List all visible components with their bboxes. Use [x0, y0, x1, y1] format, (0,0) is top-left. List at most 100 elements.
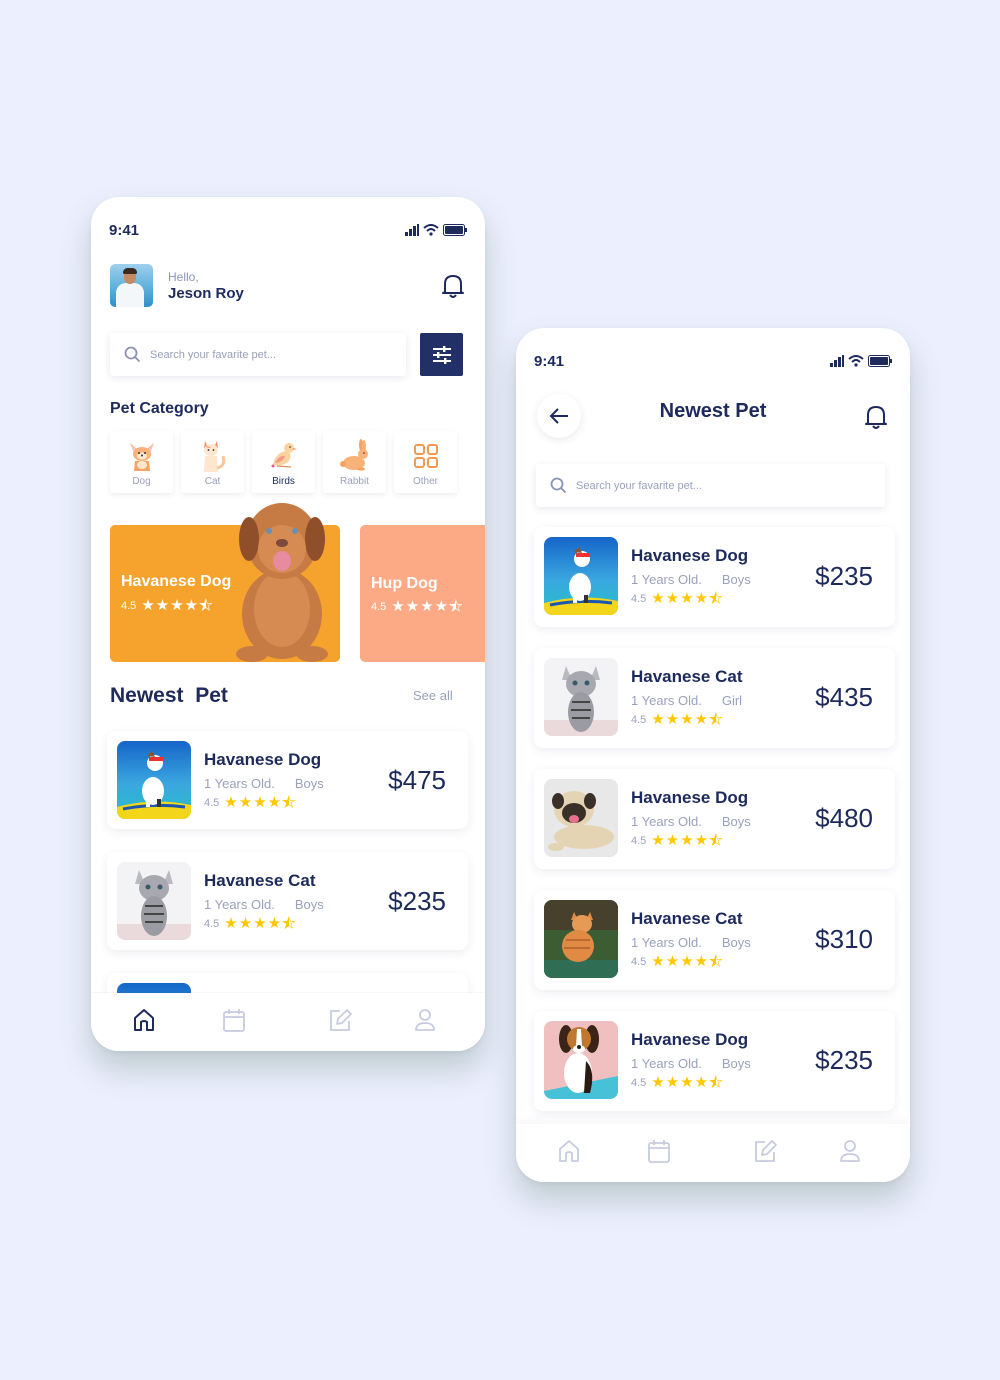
- pet-gender: Girl: [721, 693, 743, 708]
- star-full-icon: ★: [434, 598, 449, 615]
- pet-list-item[interactable]: Havanese Dog 1 Years Old. Boys 4.5 ★ ★ ★ ★ ★ $…: [534, 769, 895, 869]
- status-bar: 9:41: [534, 352, 892, 370]
- star-full-icon: ★: [405, 598, 420, 615]
- notification-bell-icon[interactable]: [441, 273, 465, 304]
- star-full-icon: ★: [253, 794, 267, 811]
- pet-age: 1 Years Old.: [631, 693, 702, 708]
- pet-name: Havanese Dog: [631, 546, 749, 565]
- star-full-icon: ★: [170, 597, 184, 614]
- signal-icon: [405, 224, 419, 236]
- pet-list-item[interactable]: Havanese Dog 1 Years Old. Boys 4.5 ★ ★ ★ ★ ★ $…: [534, 1011, 895, 1111]
- pet-gender: Boys: [721, 935, 751, 950]
- profile-icon[interactable]: [838, 1138, 862, 1169]
- star-half-icon: ★: [709, 711, 723, 728]
- calendar-icon[interactable]: [222, 1007, 246, 1038]
- category-birds[interactable]: Birds: [252, 431, 315, 493]
- rabbit-icon: [339, 439, 368, 471]
- pet-gender: Boys: [721, 814, 751, 829]
- star-rating: ★ ★ ★ ★ ★: [651, 590, 723, 607]
- pet-list-item[interactable]: Havanese Dog 1 Years Old. Boys 4.5 ★ ★ ★ ★ ★ $…: [534, 527, 895, 627]
- star-rating: ★ ★ ★ ★ ★: [651, 953, 723, 970]
- star-full-icon: ★: [665, 953, 680, 970]
- category-cat[interactable]: Cat: [181, 431, 244, 493]
- star-half-icon: ★: [282, 794, 296, 811]
- star-full-icon: ★: [651, 590, 665, 607]
- pet-name: Havanese Dog: [631, 1030, 749, 1049]
- calendar-icon[interactable]: [647, 1138, 671, 1169]
- star-half-icon: ★: [199, 597, 213, 614]
- newest-pet-screen: 9:41 Newest Pet Havanese Dog 1 Years Old…: [516, 328, 910, 1182]
- star-full-icon: ★: [651, 1074, 665, 1091]
- category-label: Other: [412, 476, 438, 487]
- rating-value: 4.5: [121, 599, 137, 612]
- featured-rating: 4.5 ★ ★ ★ ★ ★: [371, 598, 463, 615]
- pet-price: $435: [815, 682, 873, 712]
- star-full-icon: ★: [665, 1074, 680, 1091]
- star-full-icon: ★: [141, 597, 155, 614]
- star-full-icon: ★: [680, 832, 694, 849]
- user-name: Jeson Roy: [168, 284, 244, 302]
- pet-age: 1 Years Old.: [631, 935, 702, 950]
- star-rating: ★ ★ ★ ★ ★: [651, 832, 723, 849]
- category-rabbit[interactable]: Rabbit: [323, 431, 386, 493]
- pet-image: [117, 741, 191, 819]
- star-rating: ★ ★ ★ ★ ★: [224, 915, 296, 932]
- featured-card[interactable]: Hup Dog 4.5 ★ ★ ★ ★ ★: [360, 525, 485, 662]
- star-full-icon: ★: [651, 953, 665, 970]
- pet-list-item[interactable]: Havanese Dog 1 Years Old. Boys 4.5 ★ ★ ★ ★ ★ $…: [107, 731, 468, 829]
- filter-button[interactable]: [420, 333, 463, 376]
- avatar[interactable]: [110, 264, 153, 307]
- home-icon[interactable]: [132, 1007, 156, 1038]
- rating-value: 4.5: [631, 592, 647, 605]
- pet-age: 1 Years Old.: [631, 572, 702, 587]
- category-dog[interactable]: Dog: [110, 431, 173, 493]
- pet-list-item[interactable]: Havanese Cat 1 Years Old. Boys 4.5 ★ ★ ★ ★ ★ $…: [107, 852, 468, 950]
- battery-icon: [443, 224, 467, 236]
- pet-list-item[interactable]: Havanese Cat 1 Years Old. Boys 4.5 ★ ★ ★ ★ ★ $…: [534, 890, 895, 990]
- rating-value: 4.5: [204, 796, 220, 809]
- battery-icon: [868, 355, 892, 367]
- star-full-icon: ★: [694, 1074, 709, 1091]
- pet-list-item[interactable]: Havanese Cat 1 Years Old. Girl 4.5 ★ ★ ★ ★ ★ $…: [534, 648, 895, 748]
- star-full-icon: ★: [391, 598, 405, 615]
- dog-icon: [129, 443, 154, 471]
- category-other[interactable]: Other: [394, 431, 457, 493]
- pet-name: Havanese Cat: [204, 871, 316, 890]
- pet-image: [544, 537, 618, 615]
- star-half-icon: ★: [709, 953, 723, 970]
- rating-value: 4.5: [631, 955, 647, 968]
- status-bar: 9:41: [109, 221, 467, 239]
- star-full-icon: ★: [665, 711, 680, 728]
- profile-icon[interactable]: [413, 1007, 437, 1038]
- pet-price: $235: [815, 561, 873, 591]
- cat-icon: [203, 441, 225, 472]
- star-half-icon: ★: [709, 1074, 723, 1091]
- search-input[interactable]: [576, 479, 796, 492]
- pet-gender: Boys: [294, 897, 324, 912]
- star-half-icon: ★: [282, 915, 296, 932]
- star-half-icon: ★: [709, 590, 723, 607]
- star-full-icon: ★: [665, 832, 680, 849]
- home-icon[interactable]: [557, 1138, 581, 1169]
- star-full-icon: ★: [224, 915, 238, 932]
- star-full-icon: ★: [267, 915, 282, 932]
- page-title: Newest Pet: [659, 400, 767, 422]
- pet-category-title: Pet Category: [110, 400, 209, 417]
- search-bar: [536, 464, 885, 507]
- edit-icon[interactable]: [327, 1007, 353, 1038]
- wifi-icon: [848, 355, 864, 367]
- star-full-icon: ★: [651, 832, 665, 849]
- edit-icon[interactable]: [752, 1138, 778, 1169]
- wifi-icon: [423, 224, 439, 236]
- pet-image: [544, 779, 618, 857]
- search-input[interactable]: [150, 348, 370, 361]
- star-rating: ★ ★ ★ ★ ★: [391, 598, 463, 615]
- star-full-icon: ★: [694, 953, 709, 970]
- pet-age: 1 Years Old.: [204, 897, 275, 912]
- star-full-icon: ★: [651, 711, 665, 728]
- notification-bell-icon[interactable]: [864, 404, 888, 435]
- see-all-link[interactable]: See all: [413, 688, 453, 703]
- star-full-icon: ★: [155, 597, 170, 614]
- pet-gender: Boys: [721, 1056, 751, 1071]
- pet-image: [544, 900, 618, 978]
